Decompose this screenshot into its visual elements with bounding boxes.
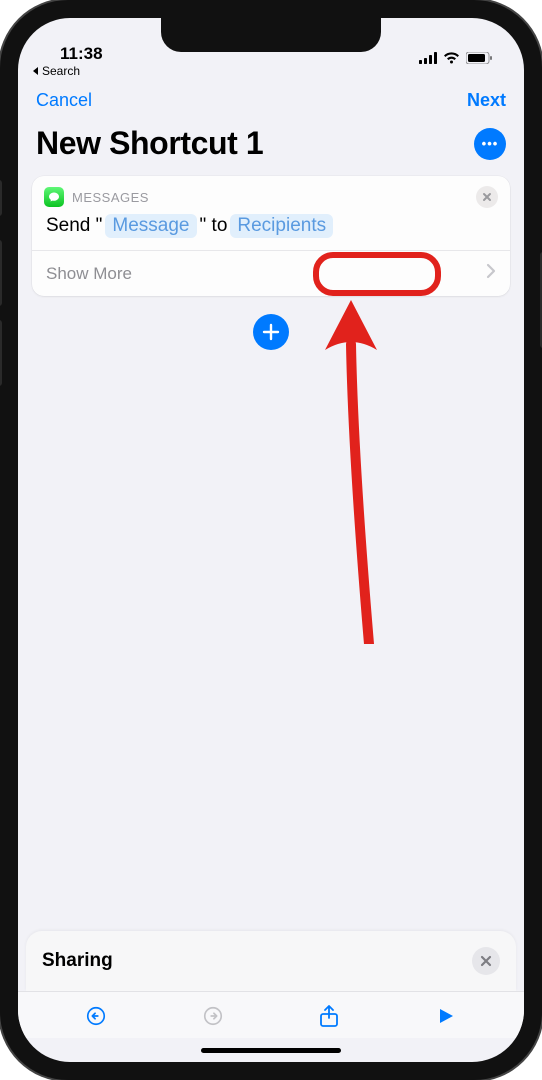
battery-icon: [466, 52, 492, 64]
status-time: 11:38: [46, 44, 166, 64]
action-text-prefix: Send ": [46, 215, 102, 237]
share-button[interactable]: [309, 1004, 349, 1028]
volume-switch: [0, 180, 2, 216]
undo-button[interactable]: [76, 1005, 116, 1027]
screen: 11:38 Search Cancel Next New Shortcut 1 …: [18, 18, 524, 1062]
remove-action-button[interactable]: [476, 186, 498, 208]
run-button[interactable]: [426, 1007, 466, 1025]
recipients-token[interactable]: Recipients: [230, 214, 333, 238]
status-icons: [419, 52, 496, 64]
redo-icon: [202, 1005, 224, 1027]
redo-button: [193, 1005, 233, 1027]
action-card: MESSAGES Send " Message " to Recipients …: [32, 176, 510, 296]
close-icon: [482, 192, 492, 202]
more-button[interactable]: •••: [474, 128, 506, 160]
toolbar: [18, 991, 524, 1038]
sharing-panel[interactable]: Sharing: [26, 931, 516, 991]
home-indicator[interactable]: [18, 1038, 524, 1062]
show-more-row[interactable]: Show More: [32, 251, 510, 296]
volume-down: [0, 320, 2, 386]
bottom-area: Sharing: [18, 931, 524, 1062]
page-title: New Shortcut 1: [36, 125, 464, 162]
ellipsis-icon: •••: [482, 136, 499, 151]
action-text-middle: " to: [200, 215, 228, 237]
breadcrumb-label: Search: [42, 64, 80, 78]
cellular-icon: [419, 52, 437, 64]
sharing-close-button[interactable]: [472, 947, 500, 975]
device-frame: 11:38 Search Cancel Next New Shortcut 1 …: [0, 0, 542, 1080]
breadcrumb[interactable]: Search: [18, 64, 524, 80]
wifi-icon: [443, 52, 460, 64]
next-button[interactable]: Next: [467, 90, 506, 111]
show-more-label: Show More: [46, 264, 132, 284]
notch: [161, 18, 381, 52]
plus-icon: [262, 323, 280, 341]
close-icon: [480, 955, 492, 967]
add-action-row: [18, 296, 524, 368]
share-icon: [319, 1004, 339, 1028]
action-body: Send " Message " to Recipients: [32, 212, 510, 250]
play-icon: [437, 1007, 455, 1025]
breadcrumb-back-icon: [32, 67, 40, 75]
action-app-label: MESSAGES: [72, 190, 149, 205]
add-action-button[interactable]: [253, 314, 289, 350]
cancel-button[interactable]: Cancel: [36, 90, 92, 111]
sharing-label: Sharing: [42, 950, 472, 972]
action-card-header: MESSAGES: [32, 176, 510, 212]
undo-icon: [85, 1005, 107, 1027]
volume-up: [0, 240, 2, 306]
title-row: New Shortcut 1 •••: [18, 117, 524, 176]
messages-app-icon: [44, 187, 64, 207]
message-token[interactable]: Message: [105, 214, 196, 238]
nav-bar: Cancel Next: [18, 80, 524, 117]
chevron-right-icon: [486, 263, 496, 284]
